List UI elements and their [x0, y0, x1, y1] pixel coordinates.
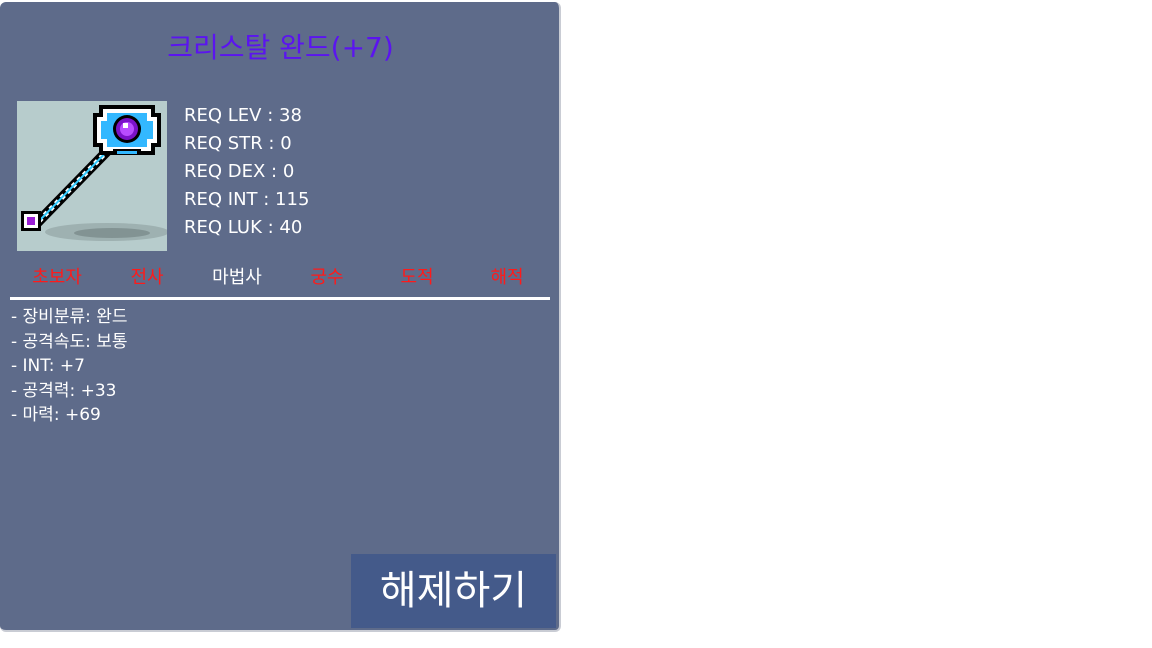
job-bowman: 궁수 [310, 267, 344, 288]
req-str: REQ STR : 0 [184, 133, 292, 154]
divider [10, 297, 550, 300]
item-tooltip-panel: 크리스탈 완드(+7) REQ LEV: 38 REQ STR: 0 REQ… [0, 2, 561, 632]
job-thief: 도적 [400, 267, 434, 288]
item-name: 크리스탈 완드(+7) [167, 31, 394, 64]
job-beginner: 초보자 [32, 267, 82, 288]
item-stats-list: - 장비분류: 완드 - 공격속도: 보통 - INT: +7 - 공격력: +… [11, 305, 128, 428]
stat-magic-attack: - 마력: +69 [11, 405, 101, 425]
requirements-list: REQ LEV : 38 REQ STR : 0 REQ DEX : 0 REQ… [184, 102, 309, 242]
req-luk: REQ LUK : 40 [184, 217, 303, 238]
stat-attack: - 공격력: +33 [11, 380, 117, 401]
job-warrior: 전사 [130, 267, 164, 288]
stat-attack-speed: - 공격속도: 보통 [11, 331, 128, 352]
job-restrictions: 초보자 전사 마법사 궁수 도적 해적 [12, 265, 549, 293]
job-pirate: 해적 [490, 267, 524, 288]
req-level: REQ LEV : 38 [184, 105, 302, 126]
unequip-button[interactable]: 해제하기 [351, 554, 556, 628]
crystal-wand-icon [17, 101, 167, 251]
stat-category: - 장비분류: 완드 [11, 307, 128, 327]
stat-int: - INT: +7 [11, 356, 85, 376]
req-int: REQ INT : 115 [184, 189, 310, 210]
req-dex: REQ DEX : 0 [184, 161, 295, 182]
job-magician: 마법사 [212, 267, 262, 288]
